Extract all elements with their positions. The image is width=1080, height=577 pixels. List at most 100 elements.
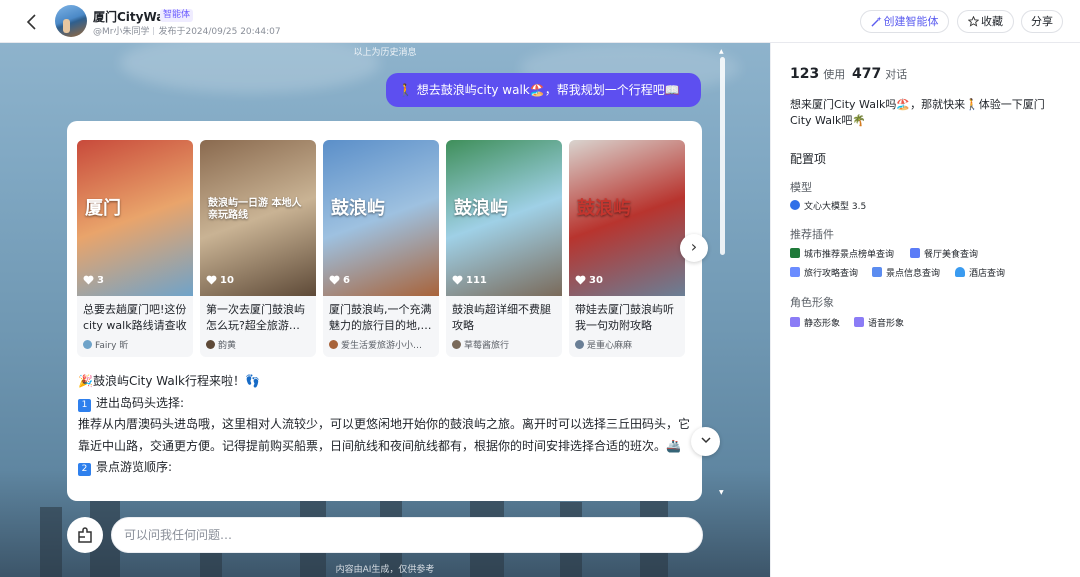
plugin-label: 旅行攻略查询 [804, 269, 859, 279]
persona-label: 语音形象 [868, 319, 905, 329]
like-count-value: 10 [220, 275, 234, 286]
ranking-icon [790, 248, 800, 258]
heart-icon [329, 275, 340, 285]
step-title: 进出岛码头选择: [96, 395, 185, 410]
persona-voice[interactable]: 语音形象 [854, 316, 904, 329]
plugin-label: 城市推荐景点榜单查询 [804, 250, 895, 260]
note-cover-image: 厦门 3 [77, 140, 193, 296]
reply-intro: 🎉鼓浪屿City Walk行程来啦！👣 [78, 374, 260, 388]
image-icon [790, 317, 800, 327]
note-card[interactable]: 鼓浪屿 30 带娃去厦门鼓浪屿听我一句劝附攻略是重心麻麻 [569, 140, 685, 357]
note-card[interactable]: 鼓浪屿一日游 本地人亲玩路线 10 第一次去厦门鼓浪屿怎么玩?超全旅游… 韵黄 [200, 140, 316, 357]
author-name[interactable]: @Mr小朱同学 [93, 27, 149, 37]
chats-count: 477 [852, 66, 882, 82]
like-count: 30 [575, 275, 603, 286]
step-heading: 1 进出岛码头选择: [78, 393, 694, 415]
uses-stat: 123 使用 [790, 66, 845, 82]
agent-avatar [55, 5, 87, 37]
author-name: 草莓酱旅行 [464, 341, 510, 351]
reply-text: 🎉鼓浪屿City Walk行程来啦！👣 1 进出岛码头选择: 推荐从内厝澳码头进岛… [78, 371, 694, 479]
chat-scrollbar[interactable] [720, 57, 725, 255]
heart-icon [575, 275, 586, 285]
plugin-sight-info[interactable]: 景点信息查询 [872, 266, 940, 279]
like-count-value: 111 [466, 275, 487, 286]
star-icon [967, 15, 980, 27]
note-cover-image: 鼓浪屿 6 [323, 140, 439, 296]
uses-count: 123 [790, 66, 820, 82]
note-title: 带娃去厦门鼓浪屿听我一句劝附攻略 [575, 303, 674, 332]
heart-icon [83, 275, 94, 285]
note-card[interactable]: 鼓浪屿 6 厦门鼓浪屿,一个充满魅力的旅行目的地,… 爱生活爱旅游小小… [323, 140, 439, 357]
model-tag: 文心大模型 3.5 [790, 199, 866, 212]
cover-overlay-text: 鼓浪屿 [577, 198, 631, 219]
bot-reply-card: 厦门 3 总要去趟厦门吧!这份city walk路线请查收 Fairy 昕 鼓浪屿一日游… [67, 121, 702, 501]
chevron-down-icon [700, 437, 711, 444]
note-cover-image: 鼓浪屿一日游 本地人亲玩路线 10 [200, 140, 316, 296]
carousel-next-button[interactable]: › [680, 234, 708, 262]
plugin-travel-guide[interactable]: 旅行攻略查询 [790, 266, 858, 279]
scroll-down-arrow-icon[interactable]: ▼ [719, 489, 724, 496]
create-agent-button[interactable]: 创建智能体 [860, 10, 949, 33]
heart-icon [452, 275, 463, 285]
persona-label: 角色形象 [790, 296, 834, 309]
agent-meta: @Mr小朱同学 发布于2024/09/25 20:44:07 [93, 24, 281, 37]
note-author: 是重心麻麻 [575, 338, 681, 351]
author-avatar [206, 340, 215, 349]
scroll-up-arrow-icon[interactable]: ▲ [719, 48, 724, 55]
agent-info-sidebar: 123 使用 477 对话 想来厦门City Walk吗🏖️，那就快来🚶体验一下厦门… [770, 43, 1080, 577]
note-cover-image: 鼓浪屿 30 [569, 140, 685, 296]
like-count-value: 3 [97, 275, 104, 286]
like-count-value: 30 [589, 275, 603, 286]
note-card[interactable]: 鼓浪屿 111 鼓浪屿超详细不费腿攻略 草莓酱旅行 [446, 140, 562, 357]
cover-overlay-text: 鼓浪屿 [454, 198, 508, 219]
favorite-button[interactable]: 收藏 [957, 10, 1014, 33]
like-count: 111 [452, 275, 487, 286]
author-name: 韵黄 [218, 341, 237, 351]
cover-overlay-text: 厦门 [85, 198, 121, 219]
persona-static[interactable]: 静态形象 [790, 316, 840, 329]
note-author: 爱生活爱旅游小小… [329, 338, 435, 351]
config-heading: 配置项 [790, 152, 827, 166]
plugin-label: 景点信息查询 [886, 269, 941, 279]
create-agent-label: 创建智能体 [883, 15, 939, 28]
plugin-restaurant[interactable]: 餐厅美食查询 [910, 247, 978, 260]
publish-time: 发布于2024/09/25 20:44:07 [158, 27, 281, 37]
sight-icon [872, 267, 882, 277]
plugin-button[interactable] [67, 517, 103, 553]
wenxin-model-icon [790, 200, 800, 210]
plugin-city-ranking[interactable]: 城市推荐景点榜单查询 [790, 247, 894, 260]
back-arrow-icon[interactable] [22, 12, 42, 32]
chat-panel: 以上为历史消息 🚶 想去鼓浪屿city walk🏖️，帮我规划一个行程吧📖 ▲ … [0, 43, 770, 577]
note-author: 韵黄 [206, 338, 312, 351]
author-avatar [83, 340, 92, 349]
hotel-icon [955, 267, 965, 277]
like-count-value: 6 [343, 275, 350, 286]
author-name: 是重心麻麻 [587, 341, 633, 351]
step-number-badge: 2 [78, 463, 91, 476]
chats-label: 对话 [885, 68, 908, 81]
top-bar: 厦门CityWalk 智能体 @Mr小朱同学 发布于2024/09/25 20:4… [0, 0, 1080, 43]
heart-icon [206, 275, 217, 285]
scroll-to-bottom-button[interactable] [691, 427, 720, 456]
note-carousel: 厦门 3 总要去趟厦门吧!这份city walk路线请查收 Fairy 昕 鼓浪屿一日游… [77, 140, 697, 357]
author-avatar [452, 340, 461, 349]
note-card[interactable]: 厦门 3 总要去趟厦门吧!这份city walk路线请查收 Fairy 昕 [77, 140, 193, 357]
cover-overlay-text: 鼓浪屿一日游 本地人亲玩路线 [208, 198, 302, 221]
user-message-bubble: 🚶 想去鼓浪屿city walk🏖️，帮我规划一个行程吧📖 [386, 73, 701, 107]
cover-overlay-text: 鼓浪屿 [331, 198, 385, 219]
plugin-hotel[interactable]: 酒店查询 [955, 266, 1005, 279]
author-name: Fairy 昕 [95, 341, 129, 351]
note-cover-image: 鼓浪屿 111 [446, 140, 562, 296]
voice-icon [854, 317, 864, 327]
guide-icon [790, 267, 800, 277]
author-avatar [329, 340, 338, 349]
chat-input[interactable] [111, 517, 703, 553]
agent-description: 想来厦门City Walk吗🏖️，那就快来🚶体验一下厦门City Walk吧🌴 [790, 98, 1045, 127]
share-label: 分享 [1031, 15, 1053, 28]
like-count: 3 [83, 275, 104, 286]
step-number-badge: 1 [78, 398, 91, 412]
magic-wand-icon [870, 16, 882, 27]
author-avatar [575, 340, 584, 349]
share-button[interactable]: 分享 [1021, 10, 1063, 33]
model-name: 文心大模型 3.5 [804, 202, 867, 212]
